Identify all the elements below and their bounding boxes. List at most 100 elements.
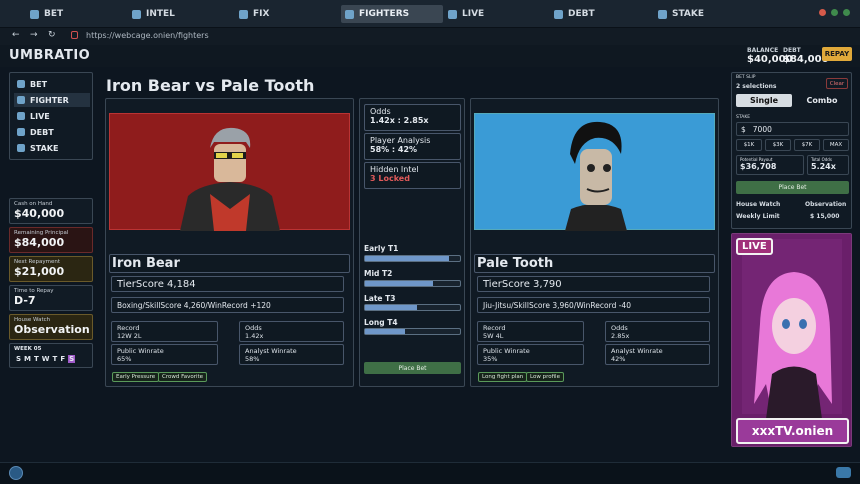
fighter-a-tag: Crowd Favorite [158, 372, 208, 382]
fighter-b-record: Record 5W 4L [477, 321, 584, 342]
reload-icon[interactable]: ↻ [48, 30, 56, 40]
stake-icon [17, 144, 25, 152]
fighter-b-illustration [565, 121, 627, 231]
fighter-b-tag: Low profile [526, 372, 564, 382]
phase-bar [364, 280, 461, 287]
phase-label: Long T4 [364, 318, 398, 327]
phase-label: Mid T2 [364, 269, 393, 278]
repay-button[interactable]: REPAY [822, 47, 852, 61]
fighter-b-tag: Long fight plan [478, 372, 528, 382]
fighter-a-illustration [180, 127, 280, 231]
sidebar-item-bet[interactable]: BET [14, 77, 90, 91]
sidebar-item-fighter[interactable]: FIGHTER [14, 93, 90, 107]
hidden-intel[interactable]: Hidden Intel 3 Locked [364, 162, 461, 189]
phase-label: Late T3 [364, 294, 396, 303]
quick-stake-button[interactable]: $3K [765, 139, 791, 151]
sidebar-item-debt[interactable]: DEBT [14, 125, 90, 139]
fighter-a-style: Boxing/SkillScore 4,260/WinRecord +120 [111, 297, 344, 313]
tab-stake[interactable]: STAKE [654, 5, 734, 23]
stake-input[interactable]: $7000 [736, 122, 849, 136]
minimize-window-button[interactable] [831, 9, 838, 16]
live-icon [17, 112, 25, 120]
match-title: Iron Bear vs Pale Tooth [106, 76, 315, 95]
phase-bar-fill [365, 329, 405, 334]
debt-icon [17, 128, 25, 136]
quick-stake-button[interactable]: $1K [736, 139, 762, 151]
day-cell: F [60, 355, 66, 363]
close-window-button[interactable] [819, 9, 826, 16]
tab-fix[interactable]: FIX [235, 5, 315, 23]
fighter-b-public-winrate: Public Winrate 35% [477, 344, 584, 365]
fighter-b-tierscore: TierScore 3,790 [477, 276, 710, 292]
fighter-b-analyst-winrate: Analyst Winrate 42% [605, 344, 710, 365]
fighter-b-portrait [474, 113, 715, 231]
chat-icon[interactable] [836, 467, 851, 478]
week-days: S M T W T F S [16, 355, 76, 363]
fighter-a-public-winrate: Public Winrate 65% [111, 344, 218, 365]
odds-summary: Odds 1.42x : 2.85x [364, 104, 461, 131]
single-toggle[interactable]: Single [736, 94, 792, 107]
fighter-b-style: Jiu-Jitsu/SkillScore 3,960/WinRecord -40 [477, 297, 710, 313]
bet-slip-place-bet-button[interactable]: Place Bet [736, 181, 849, 194]
stream-channel-label: xxxTV.onien [736, 418, 849, 444]
tab-fighters[interactable]: FIGHTERS [341, 5, 443, 23]
url-field[interactable]: https://webcage.onien/fighters [86, 31, 209, 40]
phase-bar [364, 304, 461, 311]
day-cell: W [41, 355, 50, 363]
bet-icon [30, 9, 39, 19]
cash-on-hand-card: Cash on Hand $40,000 [9, 198, 93, 224]
remaining-principal-card: Remaining Principal $84,000 [9, 227, 93, 253]
week-calendar: WEEK 05 S M T W T F S [9, 343, 93, 368]
maximize-window-button[interactable] [843, 9, 850, 16]
fighter-a-record: Record 12W 2L [111, 321, 218, 342]
live-badge: LIVE [736, 238, 773, 255]
quick-stake-max-button[interactable]: MAX [823, 139, 849, 151]
globe-icon[interactable] [9, 466, 23, 480]
bet-icon [17, 80, 25, 88]
combo-toggle[interactable]: Combo [794, 94, 850, 107]
forward-arrow-icon[interactable]: → [30, 30, 38, 40]
day-cell: S [16, 355, 22, 363]
fighter-a-name: Iron Bear [109, 254, 350, 273]
stake-icon [658, 9, 667, 19]
day-cell-current: S [68, 355, 76, 363]
phase-bar-fill [365, 305, 418, 310]
tab-intel[interactable]: INTEL [128, 5, 208, 23]
place-bet-button[interactable]: Place Bet [364, 362, 461, 374]
phase-bar [364, 255, 461, 262]
fighter-b-odds: Odds 2.85x [605, 321, 710, 342]
fighter-a-analyst-winrate: Analyst Winrate 58% [239, 344, 344, 365]
live-stream-panel[interactable]: LIVE xxxTV.onien [731, 233, 852, 447]
intel-icon [132, 9, 141, 19]
clear-button[interactable]: Clear [826, 78, 848, 89]
fix-icon [239, 9, 248, 19]
phase-label: Early T1 [364, 244, 399, 253]
sidebar-item-live[interactable]: LIVE [14, 109, 90, 123]
tab-debt[interactable]: DEBT [550, 5, 630, 23]
phase-bar-fill [365, 281, 434, 286]
total-odds: Total Odds 5.24x [807, 155, 849, 175]
fighter-a-tierscore: TierScore 4,184 [111, 276, 344, 292]
quick-stake-button[interactable]: $7K [794, 139, 820, 151]
back-arrow-icon[interactable]: ← [12, 30, 20, 40]
day-cell: T [34, 355, 39, 363]
quick-stake-row: $1K $3K $7K MAX [736, 139, 849, 151]
bet-slip-panel: BET SLIP 2 selections Clear Single Combo… [731, 72, 852, 229]
app-header [0, 45, 860, 67]
next-repayment-card: Next Repayment $21,000 [9, 256, 93, 282]
fighter-a-portrait [109, 113, 350, 231]
house-watch-card: House Watch Observation [9, 314, 93, 340]
fighter-icon [17, 96, 25, 104]
day-cell: T [52, 355, 58, 363]
fighter-a-tag: Early Pressure [112, 372, 160, 382]
debt-icon [554, 9, 563, 19]
lock-icon [71, 31, 78, 39]
brand-title: UMBRATIO [9, 48, 91, 63]
day-cell: M [24, 355, 32, 363]
sidebar-nav: BET FIGHTER LIVE DEBT STAKE [9, 72, 93, 160]
tab-bet[interactable]: BET [26, 5, 106, 23]
sidebar-item-stake[interactable]: STAKE [14, 141, 90, 155]
phase-bar [364, 328, 461, 335]
tab-live[interactable]: LIVE [444, 5, 524, 23]
potential-payout: Potential Payout $36,708 [736, 155, 804, 175]
